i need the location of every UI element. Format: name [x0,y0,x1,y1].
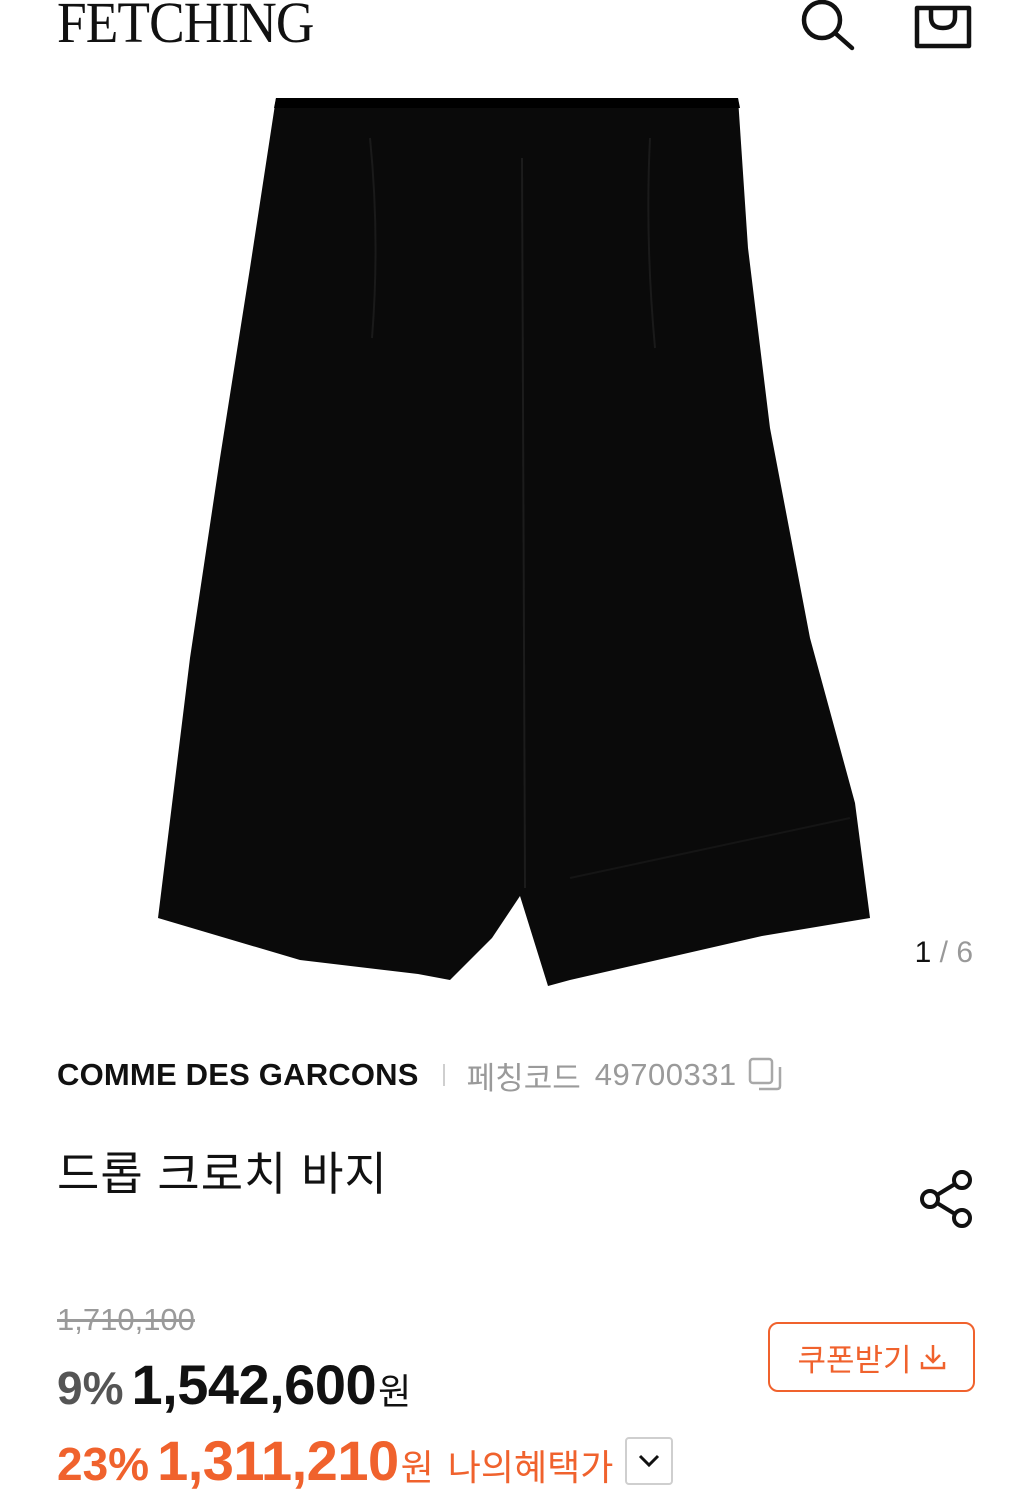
sale-price: 1,542,600 [131,1353,377,1416]
benefit-currency-unit: 원 [400,1447,434,1488]
chevron-down-icon [639,1454,660,1467]
product-image-shorts [158,98,870,986]
coupon-button-label: 쿠폰받기 [797,1342,912,1379]
divider [442,1064,445,1086]
top-header: FETCHING [0,0,1031,90]
product-code-label: 페칭코드 [466,1060,581,1096]
coupon-download-button[interactable]: 쿠폰받기 [768,1322,975,1392]
currency-unit: 원 [378,1371,412,1412]
original-price: 1,710,100 [57,1302,195,1337]
benefit-price: 1,311,210 [157,1429,399,1492]
share-icon[interactable] [916,1168,978,1230]
shopping-bag-icon[interactable] [912,0,974,52]
product-name: 드롭 크로치 바지 [57,1148,388,1200]
image-counter: 1 / 6 [914,936,973,969]
benefit-price-row: 23% 1,311,210 원 나의혜택가 [57,1428,674,1493]
search-icon[interactable] [796,0,858,52]
discount-rate: 9% [57,1362,124,1414]
brand-name[interactable]: COMME DES GARCONS [57,1057,419,1093]
fetching-logo[interactable]: FETCHING [57,0,314,52]
benefit-discount-rate: 23% [57,1438,150,1490]
product-code-value: 49700331 [594,1057,737,1092]
product-image-gallery[interactable]: 1 / 6 [0,90,1031,1010]
copy-icon[interactable] [747,1056,783,1094]
benefit-label: 나의혜택가 [447,1447,614,1488]
product-meta-row: COMME DES GARCONS 페칭코드 49700331 [57,1055,783,1096]
benefit-expand-button[interactable] [625,1436,674,1485]
download-icon [920,1345,945,1370]
sale-price-row: 9% 1,542,600 원 [57,1352,411,1417]
